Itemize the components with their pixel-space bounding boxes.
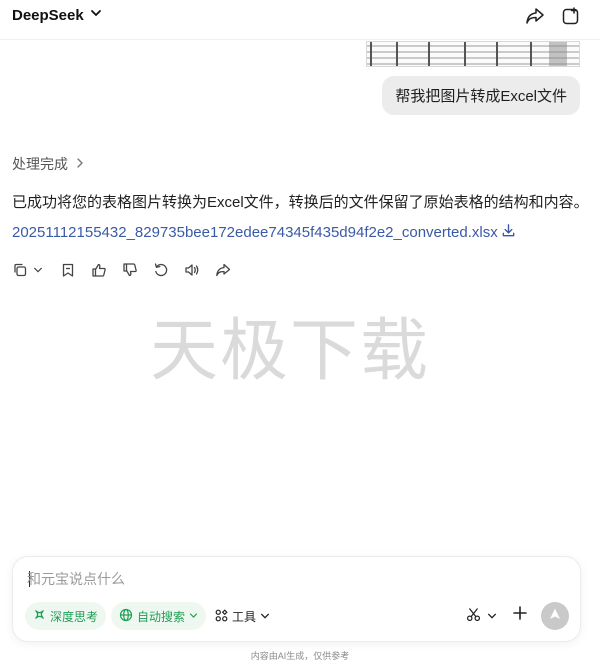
tools-menu[interactable]: 工具 xyxy=(215,608,270,625)
screenshot-tool-button[interactable] xyxy=(466,607,497,627)
assistant-reply: 已成功将您的表格图片转换为Excel文件，转换后的文件保留了原始表格的结构和内容… xyxy=(12,194,589,211)
add-attachment-button[interactable] xyxy=(511,605,529,626)
chevron-right-icon xyxy=(76,156,84,172)
watermark: 天极下载 xyxy=(150,312,431,391)
atom-icon xyxy=(33,608,46,624)
thumbs-down-icon[interactable] xyxy=(122,262,138,278)
scissors-icon xyxy=(466,607,481,627)
send-button[interactable] xyxy=(541,602,569,630)
copy-icon[interactable] xyxy=(12,262,28,278)
globe-icon xyxy=(119,608,133,625)
ai-disclaimer: 内容由AI生成，仅供参考 xyxy=(250,651,350,661)
download-file-link[interactable]: 20251112155432_829735bee172edee74345f435… xyxy=(12,223,516,242)
chevron-down-icon xyxy=(260,610,270,624)
model-name: DeepSeek xyxy=(12,6,84,24)
chevron-down-icon xyxy=(189,609,198,623)
new-chat-icon[interactable] xyxy=(560,5,582,27)
message-actions xyxy=(12,262,231,278)
chevron-down-icon xyxy=(90,6,102,24)
send-arrow-icon xyxy=(548,607,562,626)
plus-icon xyxy=(512,605,528,626)
top-bar: DeepSeek xyxy=(0,0,600,40)
message-input[interactable] xyxy=(27,569,447,589)
share-icon[interactable] xyxy=(524,5,546,27)
bookmark-icon[interactable] xyxy=(60,262,76,278)
speaker-icon[interactable] xyxy=(184,262,200,278)
thumbs-up-icon[interactable] xyxy=(91,262,107,278)
chevron-down-icon xyxy=(487,608,497,626)
auto-search-label: 自动搜索 xyxy=(137,609,186,624)
deep-think-label: 深度思考 xyxy=(50,609,99,624)
model-selector[interactable]: DeepSeek xyxy=(12,6,102,24)
process-status-label: 处理完成 xyxy=(12,156,68,172)
deep-think-toggle[interactable]: 深度思考 xyxy=(25,602,107,630)
process-status[interactable]: 处理完成 xyxy=(12,154,84,174)
share-icon[interactable] xyxy=(215,262,231,278)
tools-icon xyxy=(215,608,228,625)
regenerate-icon[interactable] xyxy=(153,262,169,278)
file-name: 20251112155432_829735bee172edee74345f435… xyxy=(12,224,498,241)
tools-label: 工具 xyxy=(232,610,257,624)
chevron-down-icon[interactable] xyxy=(32,262,44,278)
user-message-bubble: 帮我把图片转成Excel文件 xyxy=(382,76,580,115)
download-icon xyxy=(501,223,516,242)
auto-search-toggle[interactable]: 自动搜索 xyxy=(111,602,207,630)
uploaded-table-image[interactable] xyxy=(366,41,580,67)
composer: 深度思考 自动搜索 工具 xyxy=(12,556,581,642)
